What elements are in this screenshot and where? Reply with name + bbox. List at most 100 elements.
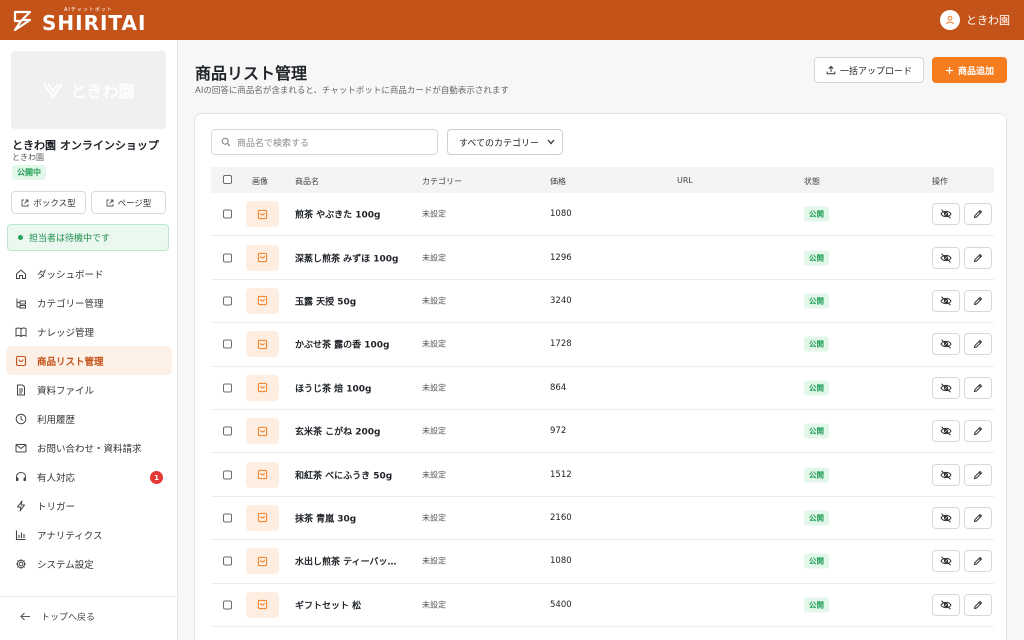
sidebar-item-file[interactable]: 資料ファイル xyxy=(6,375,172,404)
column-header-name: 商品名 xyxy=(295,177,319,186)
product-name: ほうじ茶 焙 100g xyxy=(295,384,372,395)
bulk-upload-label: 一括アップロード xyxy=(839,66,912,77)
toggle-visibility-button[interactable] xyxy=(932,289,960,312)
edit-product-button[interactable] xyxy=(964,333,992,356)
status-badge: 公開 xyxy=(804,250,829,266)
edit-product-button[interactable] xyxy=(964,550,992,573)
box-type-button[interactable]: ボックス型 xyxy=(11,191,86,214)
sidebar-item-gear[interactable]: システム設定 xyxy=(6,549,172,578)
edit-product-button[interactable] xyxy=(964,463,992,486)
row-checkbox[interactable] xyxy=(223,209,232,219)
user-menu[interactable]: ときわ園 xyxy=(940,10,1010,30)
toggle-visibility-button[interactable] xyxy=(932,420,960,443)
table-row[interactable]: ほうじ茶 焙 100g 未設定 864 公開 xyxy=(211,367,994,410)
search-input[interactable]: 商品名で検索する xyxy=(211,129,438,155)
status-badge: 公開 xyxy=(804,293,829,309)
bag-icon xyxy=(257,383,268,393)
main-content: 商品リスト管理 AIの回答に商品名が含まれると、チャットボットに商品カードが自動… xyxy=(178,40,1024,640)
sidebar-item-home[interactable]: ダッシュボード xyxy=(6,259,172,288)
sidebar-item-label: 資料ファイル xyxy=(37,385,95,397)
user-avatar-icon xyxy=(940,10,960,30)
bolt-icon xyxy=(15,500,27,512)
product-image xyxy=(246,374,279,401)
toggle-visibility-button[interactable] xyxy=(932,593,960,616)
sidebar-item-headset[interactable]: 有人対応 1 xyxy=(6,462,172,491)
row-checkbox[interactable] xyxy=(223,383,232,393)
page-type-label: ページ型 xyxy=(117,198,152,209)
edit-product-button[interactable] xyxy=(964,506,992,529)
pencil-icon xyxy=(973,600,983,609)
box-type-label: ボックス型 xyxy=(33,198,76,209)
toggle-visibility-button[interactable] xyxy=(932,463,960,486)
toggle-visibility-button[interactable] xyxy=(932,203,960,226)
pencil-icon xyxy=(973,513,983,523)
product-list-panel: 商品名で検索する すべてのカテゴリー 画像 商品名 カテゴリー 価格 URL 状… xyxy=(194,113,1007,640)
edit-product-button[interactable] xyxy=(964,593,992,616)
back-to-top-link[interactable]: トップへ戻る xyxy=(20,610,95,623)
toggle-visibility-button[interactable] xyxy=(932,506,960,529)
row-checkbox[interactable] xyxy=(223,253,232,263)
sidebar-item-book[interactable]: ナレッジ管理 xyxy=(6,317,172,346)
app-logo[interactable]: AIチャットボット SHIRITAI xyxy=(12,7,146,33)
bag-icon xyxy=(257,252,268,263)
add-product-button[interactable]: 商品追加 xyxy=(932,57,1007,83)
plus-icon xyxy=(945,66,953,74)
bag-icon xyxy=(15,355,27,367)
edit-product-button[interactable] xyxy=(964,289,992,312)
sidebar-item-category[interactable]: カテゴリー管理 xyxy=(6,288,172,317)
category-filter-select[interactable]: すべてのカテゴリー xyxy=(447,129,563,155)
row-checkbox[interactable] xyxy=(223,470,232,480)
search-placeholder: 商品名で検索する xyxy=(237,138,310,149)
column-header-price: 価格 xyxy=(550,177,566,186)
edit-product-button[interactable] xyxy=(964,203,992,226)
sidebar-item-chart[interactable]: アナリティクス xyxy=(6,520,172,549)
table-row[interactable]: 深蒸し煎茶 みずほ 100g 未設定 1296 公開 xyxy=(211,236,994,280)
product-category: 未設定 xyxy=(422,296,446,306)
shop-thumbnail: ときわ園 xyxy=(11,51,166,129)
eye-off-icon xyxy=(940,296,952,306)
row-checkbox[interactable] xyxy=(223,339,232,349)
table-row[interactable]: 水出し煎茶 ティーバッ… 未設定 1080 公開 xyxy=(211,540,994,584)
toggle-visibility-button[interactable] xyxy=(932,550,960,573)
edit-product-button[interactable] xyxy=(964,420,992,443)
product-name: かぶせ茶 露の香 100g xyxy=(295,340,390,351)
sidebar-item-bolt[interactable]: トリガー xyxy=(6,491,172,520)
table-row[interactable]: 抹茶 青嵐 30g 未設定 2160 公開 xyxy=(211,497,994,541)
edit-product-button[interactable] xyxy=(964,376,992,399)
sidebar-item-label: システム設定 xyxy=(37,559,94,571)
row-checkbox[interactable] xyxy=(223,296,232,306)
row-checkbox[interactable] xyxy=(223,426,232,436)
search-icon xyxy=(221,137,231,147)
status-badge: 公開 xyxy=(804,206,829,222)
edit-product-button[interactable] xyxy=(964,246,992,269)
toggle-visibility-button[interactable] xyxy=(932,376,960,399)
table-row[interactable]: 和紅茶 べにふうき 50g 未設定 1512 公開 xyxy=(211,453,994,497)
sidebar-item-clock[interactable]: 利用履歴 xyxy=(6,404,172,433)
status-badge: 公開 xyxy=(804,467,829,483)
row-checkbox[interactable] xyxy=(223,556,232,566)
bulk-upload-button[interactable]: 一括アップロード xyxy=(814,57,924,83)
page-type-button[interactable]: ページ型 xyxy=(91,191,166,214)
table-row[interactable]: ギフトセット 松 未設定 5400 公開 xyxy=(211,584,994,627)
select-all-checkbox[interactable] xyxy=(223,175,232,184)
table-row[interactable]: 玉露 天授 50g 未設定 3240 公開 xyxy=(211,280,994,324)
toggle-visibility-button[interactable] xyxy=(932,246,960,269)
status-badge: 公開 xyxy=(804,380,829,396)
bag-icon xyxy=(257,296,268,306)
sidebar-item-label: カテゴリー管理 xyxy=(37,298,104,310)
toggle-visibility-button[interactable] xyxy=(932,333,960,356)
bag-icon xyxy=(257,600,268,610)
product-price: 1512 xyxy=(550,469,572,480)
table-row[interactable]: かぶせ茶 露の香 100g 未設定 1728 公開 xyxy=(211,323,994,367)
table-row[interactable]: 煎茶 やぶきた 100g 未設定 1080 公開 xyxy=(211,193,994,237)
sidebar-item-mail[interactable]: お問い合わせ・資料請求 xyxy=(6,433,172,462)
product-image xyxy=(246,504,279,531)
row-checkbox[interactable] xyxy=(223,513,232,523)
external-link-icon xyxy=(21,199,29,206)
row-checkbox[interactable] xyxy=(223,600,232,610)
sidebar-item-label: 利用履歴 xyxy=(37,414,76,426)
sidebar-item-label: トリガー xyxy=(37,501,76,513)
sidebar-item-bag[interactable]: 商品リスト管理 xyxy=(6,346,172,375)
table-row[interactable]: 玄米茶 こがね 200g 未設定 972 公開 xyxy=(211,410,994,454)
status-badge: 公開 xyxy=(804,423,829,439)
